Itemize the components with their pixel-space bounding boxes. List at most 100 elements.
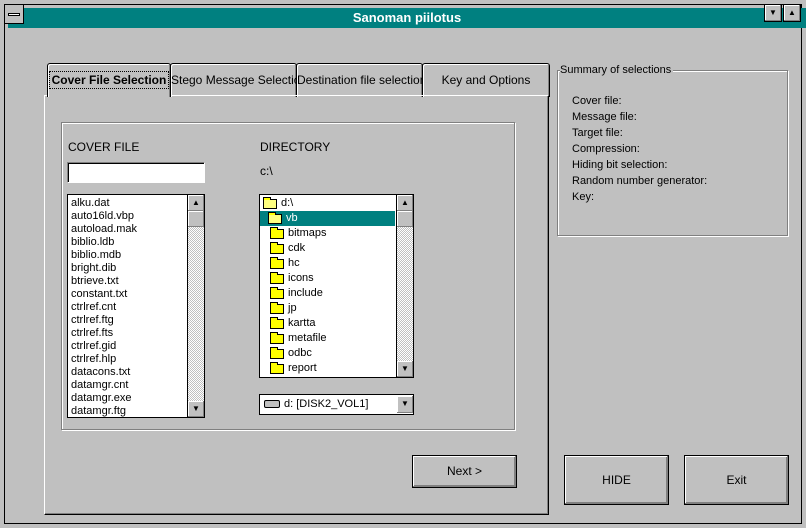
directory-name: icons — [288, 272, 314, 284]
tab-key-and-options[interactable]: Key and Options — [422, 63, 550, 97]
file-list-item[interactable]: datacons.txt — [68, 366, 186, 379]
summary-title: Summary of selections — [560, 64, 674, 76]
directory-list-item[interactable]: jp — [260, 301, 395, 316]
directory-list-item[interactable]: cdk — [260, 241, 395, 256]
directory-list-scrollbar[interactable]: ▲ ▼ — [396, 195, 413, 377]
next-button[interactable]: Next > — [412, 455, 517, 488]
directory-list-item[interactable]: kartta — [260, 316, 395, 331]
file-list-item[interactable]: ctrlref.gid — [68, 340, 186, 353]
summary-line: Target file: — [572, 127, 623, 139]
summary-line: Cover file: — [572, 95, 622, 107]
directory-list-item[interactable]: hc — [260, 256, 395, 271]
hide-button[interactable]: HIDE — [564, 455, 669, 505]
cover-file-label: COVER FILE — [68, 140, 140, 154]
directory-name: include — [288, 287, 323, 299]
file-list-item[interactable]: biblio.ldb — [68, 236, 186, 249]
exit-button[interactable]: Exit — [684, 455, 789, 505]
directory-name: metafile — [288, 332, 327, 344]
tab-cover-file-selection[interactable]: Cover File Selection — [47, 63, 171, 97]
file-list-item[interactable]: bright.dib — [68, 262, 186, 275]
folder-icon — [270, 271, 284, 284]
directory-name: bitmaps — [288, 227, 327, 239]
scroll-up-icon: ▲ — [401, 198, 409, 207]
hide-button-label: HIDE — [602, 473, 631, 487]
file-list-scrollbar[interactable]: ▲ ▼ — [187, 195, 204, 417]
directory-name: d:\ — [281, 197, 294, 209]
directory-list-item[interactable]: metafile — [260, 331, 395, 346]
folder-icon — [270, 316, 284, 329]
folder-icon — [270, 226, 284, 239]
summary-line: Random number generator: — [572, 175, 708, 187]
scroll-down-button[interactable]: ▼ — [188, 401, 204, 417]
cover-filename-input[interactable] — [67, 162, 205, 183]
summary-line: Compression: — [572, 143, 640, 155]
scroll-up-button[interactable]: ▲ — [188, 195, 204, 211]
tab-stego-message-selection[interactable]: Stego Message Selection — [170, 63, 297, 97]
drive-select[interactable]: d: [DISK2_VOL1] ▼ — [259, 394, 414, 415]
drive-icon — [264, 400, 280, 409]
system-menu-button[interactable] — [4, 4, 24, 24]
tab-label: Destination file selection — [297, 73, 423, 87]
directory-label: DIRECTORY — [260, 140, 331, 154]
summary-line: Message file: — [572, 111, 637, 123]
directory-list-item[interactable]: icons — [260, 271, 395, 286]
directory-list-items: d:\ vb bitmaps cdk hc icons include jp kartta met… — [260, 195, 395, 377]
directory-name: report — [288, 362, 317, 374]
file-list-item[interactable]: alku.dat — [68, 197, 186, 210]
scroll-thumb[interactable] — [397, 211, 413, 227]
file-list-item[interactable]: datamgr.exe — [68, 392, 186, 405]
cover-file-list[interactable]: alku.dat auto16ld.vbp autoload.mak biblio.l… — [67, 194, 205, 418]
file-list-item[interactable]: auto16ld.vbp — [68, 210, 186, 223]
next-button-label: Next > — [446, 464, 482, 478]
tab-label: Stego Message Selection — [171, 73, 297, 87]
scroll-down-button[interactable]: ▼ — [397, 361, 413, 377]
folder-icon — [270, 256, 284, 269]
file-list-item[interactable]: constant.txt — [68, 288, 186, 301]
file-list-item[interactable]: btrieve.txt — [68, 275, 186, 288]
tab-destination-file-selection[interactable]: Destination file selection — [296, 63, 423, 97]
scroll-thumb[interactable] — [188, 211, 204, 227]
exit-button-label: Exit — [726, 473, 747, 487]
directory-list-item[interactable]: vb — [260, 211, 395, 226]
folder-icon — [270, 301, 284, 314]
directory-list-item[interactable]: bitmaps — [260, 226, 395, 241]
open-folder-icon — [263, 196, 277, 209]
summary-line: Key: — [572, 191, 595, 203]
file-list-item[interactable]: autoload.mak — [68, 223, 186, 236]
tab-label: Cover File Selection — [48, 71, 170, 89]
directory-name: cdk — [288, 242, 306, 254]
file-list-item[interactable]: datamgr.cnt — [68, 379, 186, 392]
directory-name: kartta — [288, 317, 316, 329]
minimize-icon: ▼ — [769, 8, 777, 17]
minimize-button[interactable]: ▼ — [764, 4, 782, 22]
scroll-down-icon: ▼ — [192, 404, 200, 413]
directory-list-item[interactable]: report — [260, 361, 395, 376]
file-list-item[interactable]: datamgr.ftg — [68, 405, 186, 417]
summary-line: Hiding bit selection: — [572, 159, 668, 171]
maximize-icon: ▲ — [788, 8, 796, 17]
window-title: Sanoman piilotus — [352, 10, 462, 25]
open-folder-icon — [268, 211, 282, 224]
file-list-items: alku.dat auto16ld.vbp autoload.mak biblio.l… — [68, 195, 186, 417]
folder-icon — [270, 361, 284, 374]
scroll-up-button[interactable]: ▲ — [397, 195, 413, 211]
file-list-item[interactable]: ctrlref.cnt — [68, 301, 186, 314]
folder-icon — [270, 241, 284, 254]
file-list-item[interactable]: ctrlref.ftg — [68, 314, 186, 327]
directory-name: odbc — [288, 347, 312, 359]
title-bar[interactable]: Sanoman piilotus — [8, 8, 806, 28]
folder-icon — [270, 346, 284, 359]
directory-name: jp — [288, 302, 297, 314]
directory-list-item[interactable]: d:\ — [260, 196, 395, 211]
chevron-down-icon: ▼ — [401, 399, 409, 408]
drive-dropdown-button[interactable]: ▼ — [397, 396, 413, 413]
file-list-item[interactable]: biblio.mdb — [68, 249, 186, 262]
tab-label: Key and Options — [441, 73, 531, 87]
maximize-button[interactable]: ▲ — [783, 4, 801, 22]
directory-list-item[interactable]: include — [260, 286, 395, 301]
file-list-item[interactable]: ctrlref.hlp — [68, 353, 186, 366]
file-list-item[interactable]: ctrlref.fts — [68, 327, 186, 340]
directory-list[interactable]: d:\ vb bitmaps cdk hc icons include jp kartta met… — [259, 194, 414, 378]
directory-list-item[interactable]: odbc — [260, 346, 395, 361]
folder-icon — [270, 286, 284, 299]
